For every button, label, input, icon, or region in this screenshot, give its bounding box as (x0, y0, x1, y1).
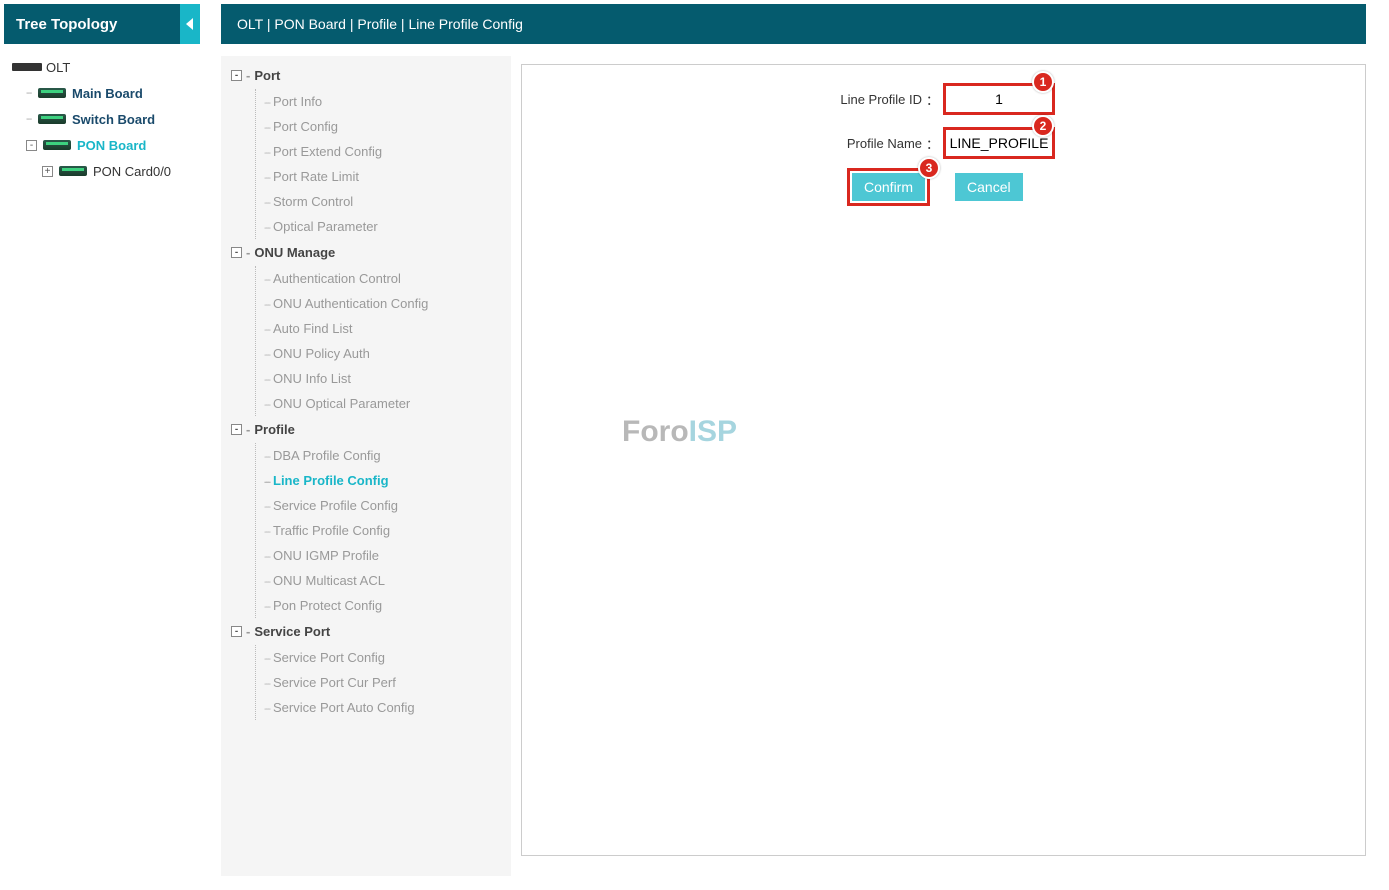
nav-item-service-port-cur-perf[interactable]: Service Port Cur Perf (256, 670, 501, 695)
section-port-label: Port (254, 68, 280, 83)
tree-connector-icon (26, 80, 38, 106)
section-onu-items: Authentication Control ONU Authenticatio… (255, 266, 501, 416)
section-port[interactable]: -- Port (231, 68, 501, 83)
cancel-button[interactable]: Cancel (955, 173, 1023, 201)
nav-item-port-config[interactable]: Port Config (256, 114, 501, 139)
nav-item-traffic-profile-config[interactable]: Traffic Profile Config (256, 518, 501, 543)
nav-item-onu-info-list[interactable]: ONU Info List (256, 366, 501, 391)
tree-collapse-button[interactable] (180, 4, 200, 44)
label-profile-id: Line Profile ID (812, 92, 922, 107)
section-onu-label: ONU Manage (254, 245, 335, 260)
section-service-items: Service Port Config Service Port Cur Per… (255, 645, 501, 720)
nav-item-optical-parameter[interactable]: Optical Parameter (256, 214, 501, 239)
watermark: ForoISP (622, 415, 737, 449)
nav-item-service-port-auto-config[interactable]: Service Port Auto Config (256, 695, 501, 720)
breadcrumb: OLT | PON Board | Profile | Line Profile… (221, 4, 1366, 44)
annotation-badge-3: 3 (918, 157, 940, 179)
tree-label-pon-board: PON Board (77, 138, 146, 153)
nav-item-onu-igmp-profile[interactable]: ONU IGMP Profile (256, 543, 501, 568)
watermark-foro: Foro (622, 415, 689, 449)
nav-item-onu-policy-auth[interactable]: ONU Policy Auth (256, 341, 501, 366)
nav-item-port-info[interactable]: Port Info (256, 89, 501, 114)
tree-label-main-board: Main Board (72, 86, 143, 101)
nav-item-onu-multicast-acl[interactable]: ONU Multicast ACL (256, 568, 501, 593)
section-onu-manage[interactable]: -- ONU Manage (231, 245, 501, 260)
collapse-icon[interactable]: - (231, 247, 242, 258)
nav-panel: -- Port Port Info Port Config Port Exten… (221, 56, 511, 876)
confirm-button[interactable]: Confirm (852, 173, 925, 201)
tree-node-pon-card[interactable]: + PON Card0/0 (42, 158, 200, 184)
nav-item-auth-control[interactable]: Authentication Control (256, 266, 501, 291)
nav-item-storm-control[interactable]: Storm Control (256, 189, 501, 214)
tree-label-pon-card: PON Card0/0 (93, 164, 171, 179)
nav-item-port-rate-limit[interactable]: Port Rate Limit (256, 164, 501, 189)
section-profile-label: Profile (254, 422, 294, 437)
tree-connector-icon (26, 106, 38, 132)
tree-topology-header: Tree Topology (4, 4, 200, 44)
nav-item-service-profile-config[interactable]: Service Profile Config (256, 493, 501, 518)
board-icon (43, 140, 71, 150)
content-panel: Line Profile ID ： 1 Profile Name ： 2 Con… (521, 64, 1366, 856)
board-icon (38, 114, 66, 124)
section-service-label: Service Port (254, 624, 330, 639)
expand-icon[interactable]: + (42, 166, 53, 177)
collapse-icon[interactable]: - (231, 424, 242, 435)
tree-node-pon-board[interactable]: - PON Board (26, 132, 200, 158)
nav-item-pon-protect-config[interactable]: Pon Protect Config (256, 593, 501, 618)
tree-node-main-board[interactable]: Main Board (26, 80, 200, 106)
button-row: Confirm Cancel 3 (522, 173, 1365, 201)
board-icon (59, 166, 87, 176)
tree-label-olt: OLT (46, 60, 70, 75)
nav-item-dba-profile-config[interactable]: DBA Profile Config (256, 443, 501, 468)
nav-item-onu-auth-config[interactable]: ONU Authentication Config (256, 291, 501, 316)
annotation-badge-2: 2 (1032, 115, 1054, 137)
section-profile[interactable]: -- Profile (231, 422, 501, 437)
tree-node-switch-board[interactable]: Switch Board (26, 106, 200, 132)
collapse-icon[interactable]: - (26, 140, 37, 151)
breadcrumb-text: OLT | PON Board | Profile | Line Profile… (237, 16, 523, 32)
triangle-left-icon (184, 16, 196, 32)
tree-header-label: Tree Topology (16, 16, 117, 33)
collapse-icon[interactable]: - (231, 626, 242, 637)
tree-panel: OLT Main Board Switch Board - PON Board … (4, 48, 200, 868)
tree-node-olt[interactable]: OLT (12, 54, 200, 80)
nav-item-onu-optical-parameter[interactable]: ONU Optical Parameter (256, 391, 501, 416)
collapse-icon[interactable]: - (231, 70, 242, 81)
board-icon (38, 88, 66, 98)
nav-item-port-extend-config[interactable]: Port Extend Config (256, 139, 501, 164)
olt-icon (12, 63, 42, 71)
watermark-isp: SP (697, 415, 737, 449)
nav-item-service-port-config[interactable]: Service Port Config (256, 645, 501, 670)
section-profile-items: DBA Profile Config Line Profile Config S… (255, 443, 501, 618)
label-profile-name: Profile Name (812, 136, 922, 151)
section-service-port[interactable]: -- Service Port (231, 624, 501, 639)
annotation-badge-1: 1 (1032, 71, 1054, 93)
nav-item-line-profile-config[interactable]: Line Profile Config (256, 468, 501, 493)
form-row-profile-id: Line Profile ID ： 1 (522, 85, 1365, 113)
nav-item-auto-find-list[interactable]: Auto Find List (256, 316, 501, 341)
tree-label-switch-board: Switch Board (72, 112, 155, 127)
form-area: Line Profile ID ： 1 Profile Name ： 2 Con… (522, 65, 1365, 201)
section-port-items: Port Info Port Config Port Extend Config… (255, 89, 501, 239)
form-row-profile-name: Profile Name ： 2 (522, 129, 1365, 157)
